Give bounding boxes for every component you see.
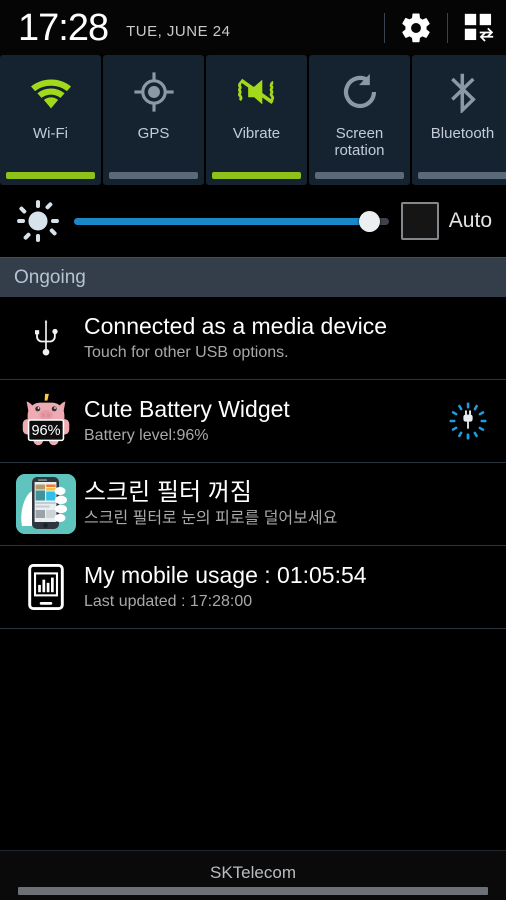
notification-title: Connected as a media device [84, 313, 388, 339]
notification-text: Cute Battery Widget Battery level:96% [78, 396, 442, 446]
notification-text: My mobile usage : 01:05:54 Last updated … [78, 562, 494, 612]
settings-button[interactable] [399, 11, 433, 45]
quick-tile-status-bar [315, 172, 404, 179]
notification-list: Connected as a media device Touch for ot… [0, 297, 506, 850]
usb-icon [14, 306, 78, 370]
divider [384, 12, 385, 43]
notification-title: 스크린 필터 꺼짐 [84, 479, 252, 506]
wifi-icon [28, 69, 74, 115]
notification-text: 스크린 필터 꺼짐 스크린 필터로 눈의 피로를 덜어보세요 [78, 479, 494, 529]
quick-settings-row[interactable]: Wi-Fi GPS Vibrate Screen rotation Blueto… [0, 55, 506, 185]
quick-tile-gps[interactable]: GPS [103, 55, 204, 185]
brightness-row: Auto [0, 185, 506, 257]
notification-subtitle: Battery level:96% [84, 427, 209, 444]
bluetooth-icon [440, 69, 486, 115]
quick-settings-grid-icon [464, 13, 494, 42]
notification-subtitle: Touch for other USB options. [84, 344, 289, 361]
notification-shade: 17:28 TUE, JUNE 24 Wi-Fi GPS Vibrate Scr… [0, 0, 506, 900]
mobile-usage-icon [14, 555, 78, 619]
quick-tile-status-bar [418, 172, 506, 179]
shade-footer: SKTelecom [0, 850, 506, 900]
brightness-sun-icon [17, 200, 59, 242]
quick-settings-toggle-button[interactable] [462, 11, 496, 45]
notification-subtitle: 스크린 필터로 눈의 피로를 덜어보세요 [84, 510, 338, 527]
quick-tile-label: Screen rotation [334, 125, 385, 159]
notification-title: My mobile usage : 01:05:54 [84, 562, 367, 588]
notification-mobile-usage[interactable]: My mobile usage : 01:05:54 Last updated … [0, 546, 506, 629]
quick-tile-status-bar [212, 172, 301, 179]
screen-filter-app-icon [14, 472, 78, 536]
gps-crosshair-icon [131, 69, 177, 115]
divider [447, 12, 448, 43]
ongoing-section-header: Ongoing [0, 257, 506, 297]
quick-tile-vibrate[interactable]: Vibrate [206, 55, 307, 185]
rotate-icon [337, 69, 383, 115]
notification-screen-filter[interactable]: 스크린 필터 꺼짐 스크린 필터로 눈의 피로를 덜어보세요 [0, 463, 506, 546]
quick-tile-status-bar [109, 172, 198, 179]
charging-plug-icon [442, 401, 494, 441]
quick-tile-label: Bluetooth [430, 125, 495, 142]
notification-subtitle: Last updated : 17:28:00 [84, 593, 253, 610]
section-header-label: Ongoing [14, 266, 86, 288]
pig-battery-icon: 96% [14, 389, 78, 453]
auto-brightness-label: Auto [448, 209, 492, 232]
drag-handle[interactable] [18, 887, 488, 895]
date-label: TUE, JUNE 24 [126, 23, 231, 40]
quick-tile-status-bar [6, 172, 95, 179]
quick-tile-wifi[interactable]: Wi-Fi [0, 55, 101, 185]
notification-usb[interactable]: Connected as a media device Touch for ot… [0, 297, 506, 380]
quick-tile-label: Wi-Fi [33, 125, 68, 142]
quick-tile-label: Vibrate [232, 125, 281, 142]
brightness-slider[interactable] [74, 206, 389, 236]
quick-tile-bluetooth[interactable]: Bluetooth [412, 55, 506, 185]
status-bar: 17:28 TUE, JUNE 24 [0, 0, 506, 55]
pig-badge-text: 96% [31, 423, 60, 439]
slider-fill [74, 217, 370, 225]
notification-battery-widget[interactable]: 96% Cute Battery Widget Battery level:96… [0, 380, 506, 463]
notification-text: Connected as a media device Touch for ot… [78, 313, 494, 363]
gear-icon [402, 13, 430, 42]
notification-title: Cute Battery Widget [84, 396, 290, 422]
slider-knob[interactable] [358, 210, 380, 232]
quick-tile-screen-rotation[interactable]: Screen rotation [309, 55, 410, 185]
quick-tile-label: GPS [137, 125, 170, 142]
vibrate-icon [234, 69, 280, 115]
auto-brightness-checkbox[interactable] [400, 202, 439, 240]
clock: 17:28 [18, 6, 109, 49]
carrier-label: SKTelecom [210, 862, 296, 882]
